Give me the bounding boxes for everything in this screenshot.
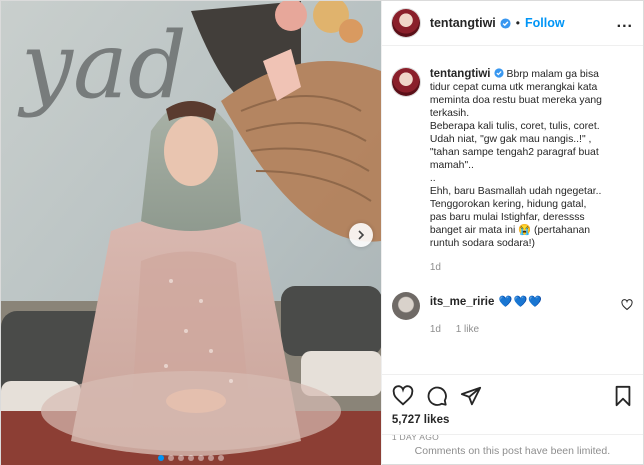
instagram-post: yad tentangtiwi • Follow ... tentangtiwi… [0,0,644,465]
send-icon[interactable] [460,385,482,407]
caption-line: Beberapa kali tulis, coret, tulis, coret… [430,120,630,133]
caption-avatar[interactable] [391,68,420,96]
comment-age: 1d [429,324,441,335]
action-icons [392,383,633,409]
comment-text: 💙💙💙 [498,296,543,308]
caption-text: banget air mata ini 😭 (pertahanan [429,225,591,236]
post-sidebar: tentangtiwi • Follow ... tentangtiwi Bbrp… [380,1,643,465]
carousel-indicator [1,455,381,461]
separator-bullet: • [515,16,520,30]
carousel-dot [157,455,164,461]
comment-item: its_me_ririe 💙💙💙 1d 1 like [391,292,633,335]
verified-badge-icon [491,68,507,80]
caption-line: Udah niat, "gw gak mau nangis..!" , [430,133,630,146]
carousel-dot [217,455,224,461]
caption-text: Tenggorokan kering, hidung gatal, [429,199,587,210]
author-avatar[interactable] [391,9,420,37]
caption-line: tidur cepat cuma utk merangkai kata [430,81,630,94]
caption-text: Ehh, baru Basmallah udah ngegetar.. [429,186,602,197]
caption-age: 1d [429,262,441,273]
post-caption: tentangtiwi Bbrp malam ga bisa tidur cepat… [391,68,633,274]
more-options-icon[interactable]: ... [617,14,633,32]
photo-scene: yad [1,1,381,465]
carousel-dot [177,455,184,461]
caption-text: terkasih. [429,108,470,119]
caption-text: Beberapa kali tulis, coret, tulis, coret… [429,121,600,132]
caption-text: tidur cepat cuma utk merangkai kata [429,82,598,93]
verified-badge-icon [500,17,511,29]
carousel-dot [197,455,204,461]
carousel-dot [207,455,214,461]
commenter-username[interactable]: its_me_ririe [430,296,495,308]
follow-button[interactable]: Follow [525,16,565,30]
caption-text: .. [429,173,436,184]
commenter-avatar[interactable] [391,292,420,320]
caption-text: meminta doa restu buat mereka yang [429,95,602,106]
carousel-dot [167,455,174,461]
chevron-right-icon [358,230,365,240]
likes-count[interactable]: 5,727 likes [392,414,633,426]
carousel-dot [187,455,194,461]
caption-username[interactable]: tentangtiwi [430,68,491,80]
caption-line: tentangtiwi Bbrp malam ga bisa [430,68,630,81]
caption-line: Ehh, baru Basmallah udah ngegetar.. [430,185,630,198]
comments-section: tentangtiwi Bbrp malam ga bisa tidur cepat… [382,46,643,374]
post-header: tentangtiwi • Follow ... [381,1,643,46]
comment-icon[interactable] [426,385,448,407]
caption-body: tentangtiwi Bbrp malam ga bisa tidur cepat… [430,68,630,274]
caption-text: Bbrp malam ga bisa [506,69,599,80]
caption-line: mamah".. [430,159,630,172]
heart-icon[interactable] [392,385,414,407]
caption-text: runtuh sodara sodara!) [429,238,535,249]
caption-line: meminta doa restu buat mereka yang [430,94,630,107]
caption-line: "tahan sampe tengah2 paragraf buat [430,146,630,159]
caption-line: Tenggorokan kering, hidung gatal, [430,198,630,211]
post-photo[interactable]: yad [1,1,381,465]
caption-line: pas baru mulai Istighfar, deressss [430,211,630,224]
caption-text: mamah".. [429,160,474,171]
caption-line: banget air mata ini 😭 (pertahanan [430,224,630,237]
caption-line: runtuh sodara sodara!) [430,237,630,250]
caption-line: terkasih. [430,107,630,120]
caption-line: .. [430,172,630,185]
backdrop-lettering: yad [17,12,187,119]
comment-likes[interactable]: 1 like [456,324,479,335]
comment-like-icon[interactable] [621,298,633,316]
author-username[interactable]: tentangtiwi [430,16,496,30]
carousel-next-button[interactable] [349,223,373,247]
caption-text: pas baru mulai Istighfar, deressss [429,212,585,223]
comment-meta: 1d 1 like [430,324,543,335]
caption-text: "tahan sampe tengah2 paragraf buat [429,147,599,158]
bookmark-icon[interactable] [613,385,633,407]
caption-text: Udah niat, "gw gak mau nangis..!" , [429,134,592,145]
comments-limited-notice: Comments on this post have been limited. [381,434,643,465]
